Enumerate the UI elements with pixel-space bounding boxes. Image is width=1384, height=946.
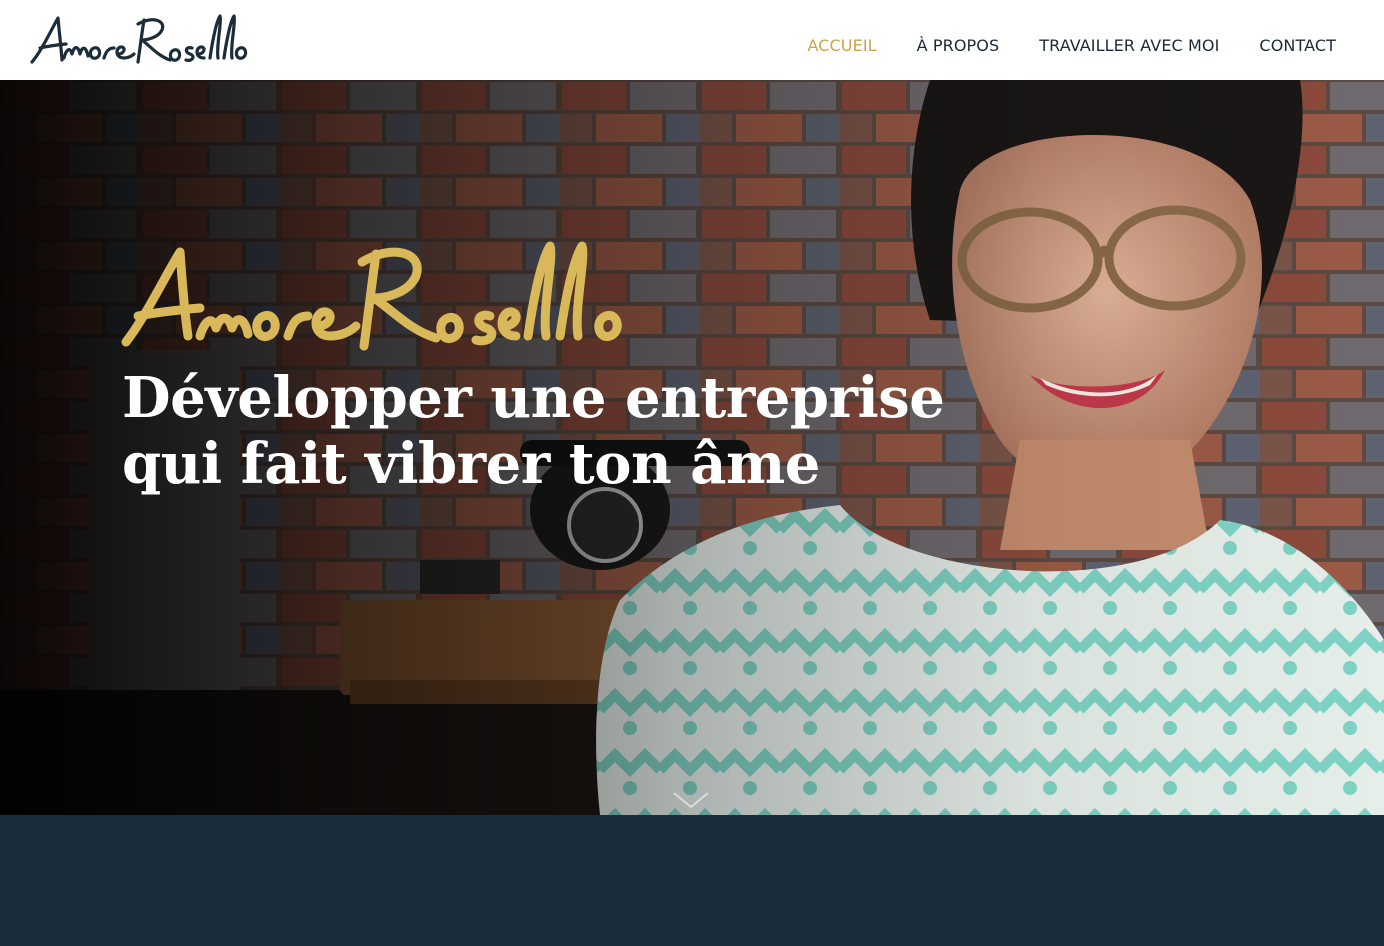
chevron-down-icon[interactable] bbox=[672, 790, 710, 810]
logo-signature bbox=[30, 14, 248, 64]
logo[interactable] bbox=[28, 12, 250, 68]
nav-item-accueil[interactable]: ACCUEIL bbox=[808, 36, 877, 55]
nav-item-travailler-avec-moi[interactable]: TRAVAILLER AVEC MOI bbox=[1039, 36, 1219, 55]
hero-signature bbox=[121, 241, 622, 351]
nav-item-a-propos[interactable]: À PROPOS bbox=[917, 36, 1000, 55]
content-band bbox=[0, 815, 1384, 946]
hero-tagline: Développer une entreprise qui fait vibre… bbox=[122, 365, 945, 497]
hero-tagline-line1: Développer une entreprise bbox=[122, 365, 945, 431]
nav-item-contact[interactable]: CONTACT bbox=[1259, 36, 1336, 55]
hero-section: Développer une entreprise qui fait vibre… bbox=[0, 80, 1384, 815]
main-nav: ACCUEIL À PROPOS TRAVAILLER AVEC MOI CON… bbox=[808, 36, 1337, 55]
hero-tagline-line2: qui fait vibrer ton âme bbox=[122, 431, 820, 497]
site-header: ACCUEIL À PROPOS TRAVAILLER AVEC MOI CON… bbox=[0, 0, 1384, 80]
